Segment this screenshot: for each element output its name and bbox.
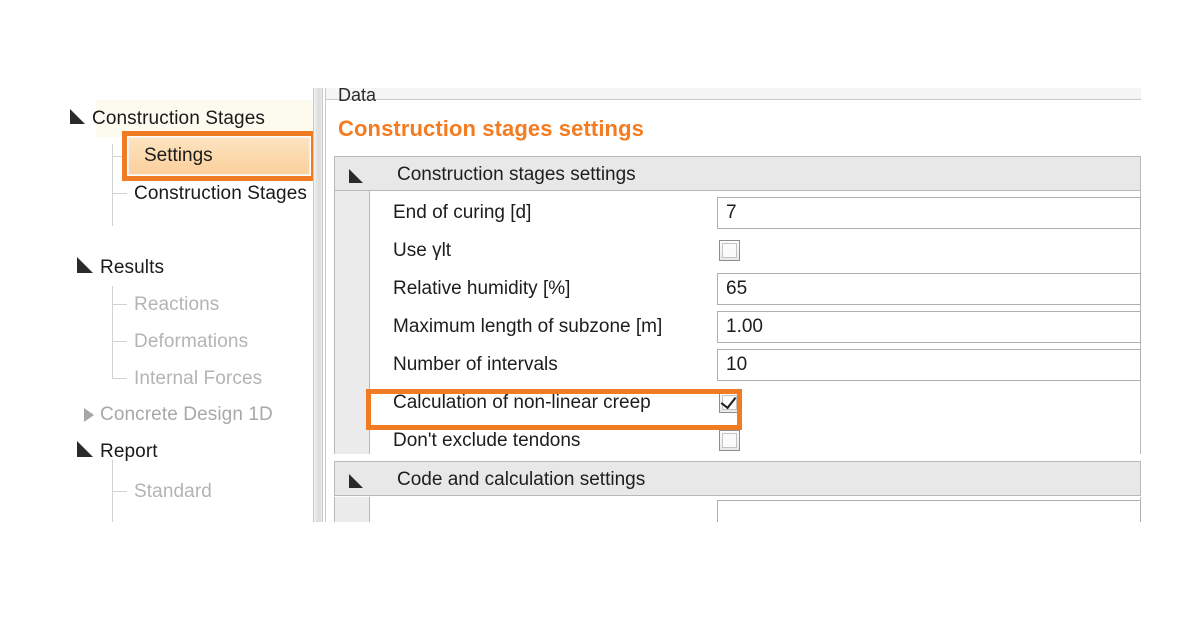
group-header-label: Code and calculation settings xyxy=(397,462,645,497)
relative-humidity-input[interactable]: 65 xyxy=(717,273,1141,305)
property-editor-clipped[interactable] xyxy=(717,500,1141,522)
property-value: 1.00 xyxy=(726,312,763,342)
group-header-construction-stages-settings[interactable]: Construction stages settings xyxy=(334,156,1141,191)
sidebar-item-label: Internal Forces xyxy=(134,368,262,390)
triangle-expanded-icon[interactable] xyxy=(349,169,363,183)
triangle-expanded-icon[interactable] xyxy=(349,474,363,488)
use-gamma-lt-checkbox[interactable] xyxy=(719,240,740,261)
property-row[interactable]: Maximum length of subzone [m] 1.00 xyxy=(371,308,1141,346)
navigator-tree[interactable]: Construction Stages Settings Constructio… xyxy=(70,88,313,522)
property-row[interactable]: End of curing [d] 7 xyxy=(371,194,1141,232)
sidebar-item-standard[interactable]: Standard xyxy=(70,473,212,510)
checkbox-inner xyxy=(722,243,737,258)
sidebar-item-label: Report xyxy=(100,441,158,463)
property-grid-gutter xyxy=(335,497,370,522)
sidebar-item-label: Standard xyxy=(134,481,212,503)
sidebar-item-report[interactable]: Report xyxy=(70,433,158,470)
group-header-label: Construction stages settings xyxy=(397,157,636,192)
creep-row-highlight-ring xyxy=(366,389,742,430)
sidebar-item-internal-forces[interactable]: Internal Forces xyxy=(70,360,262,397)
end-of-curing-input[interactable]: 7 xyxy=(717,197,1141,229)
sidebar-item-label: Concrete Design 1D xyxy=(100,404,273,426)
triangle-expanded-icon[interactable] xyxy=(70,100,92,137)
property-value: 65 xyxy=(726,274,747,304)
sidebar-item-label: Deformations xyxy=(134,331,248,353)
tab-data-label: Data xyxy=(338,88,376,106)
triangle-expanded-icon[interactable] xyxy=(78,433,100,470)
sidebar-item-reactions[interactable]: Reactions xyxy=(70,286,219,323)
property-row[interactable]: Number of intervals 10 xyxy=(371,346,1141,384)
sidebar-item-label: Settings xyxy=(144,137,313,175)
triangle-expanded-icon[interactable] xyxy=(78,249,100,286)
page-title: Construction stages settings xyxy=(338,116,644,142)
properties-panel: Data Construction stages settings Constr… xyxy=(325,88,1141,522)
property-row[interactable]: Use γlt xyxy=(371,232,1141,270)
property-label: Maximum length of subzone [m] xyxy=(393,308,662,346)
property-grid-body-clipped xyxy=(334,497,1141,522)
number-of-intervals-input[interactable]: 10 xyxy=(717,349,1141,381)
panel-splitter[interactable] xyxy=(313,88,323,522)
sidebar-item-deformations[interactable]: Deformations xyxy=(70,323,248,360)
property-value: 7 xyxy=(726,198,737,228)
group-header-code-and-calculation-settings[interactable]: Code and calculation settings xyxy=(334,461,1141,496)
sidebar-item-label: Construction Stages xyxy=(134,183,307,205)
dont-exclude-tendons-checkbox[interactable] xyxy=(719,430,740,451)
property-grid-gutter xyxy=(335,191,370,454)
property-label: Number of intervals xyxy=(393,346,558,384)
property-value: 10 xyxy=(726,350,747,380)
sidebar-item-concrete-design-1d[interactable]: Concrete Design 1D xyxy=(70,396,273,433)
tab-data[interactable] xyxy=(326,88,1141,100)
sidebar-item-results[interactable]: Results xyxy=(70,249,164,286)
property-label: Use γlt xyxy=(393,232,451,270)
checkbox-inner xyxy=(722,433,737,448)
property-label: Relative humidity [%] xyxy=(393,270,570,308)
sidebar-item-label: Results xyxy=(100,257,164,279)
maximum-length-of-subzone-input[interactable]: 1.00 xyxy=(717,311,1141,343)
sidebar-item-construction-stages-child[interactable]: Construction Stages xyxy=(70,175,307,212)
sidebar-item-label: Reactions xyxy=(134,294,219,316)
property-label: End of curing [d] xyxy=(393,194,531,232)
property-row[interactable]: Relative humidity [%] 65 xyxy=(371,270,1141,308)
sidebar-item-label: Construction Stages xyxy=(92,108,265,130)
triangle-collapsed-icon[interactable] xyxy=(78,396,100,433)
